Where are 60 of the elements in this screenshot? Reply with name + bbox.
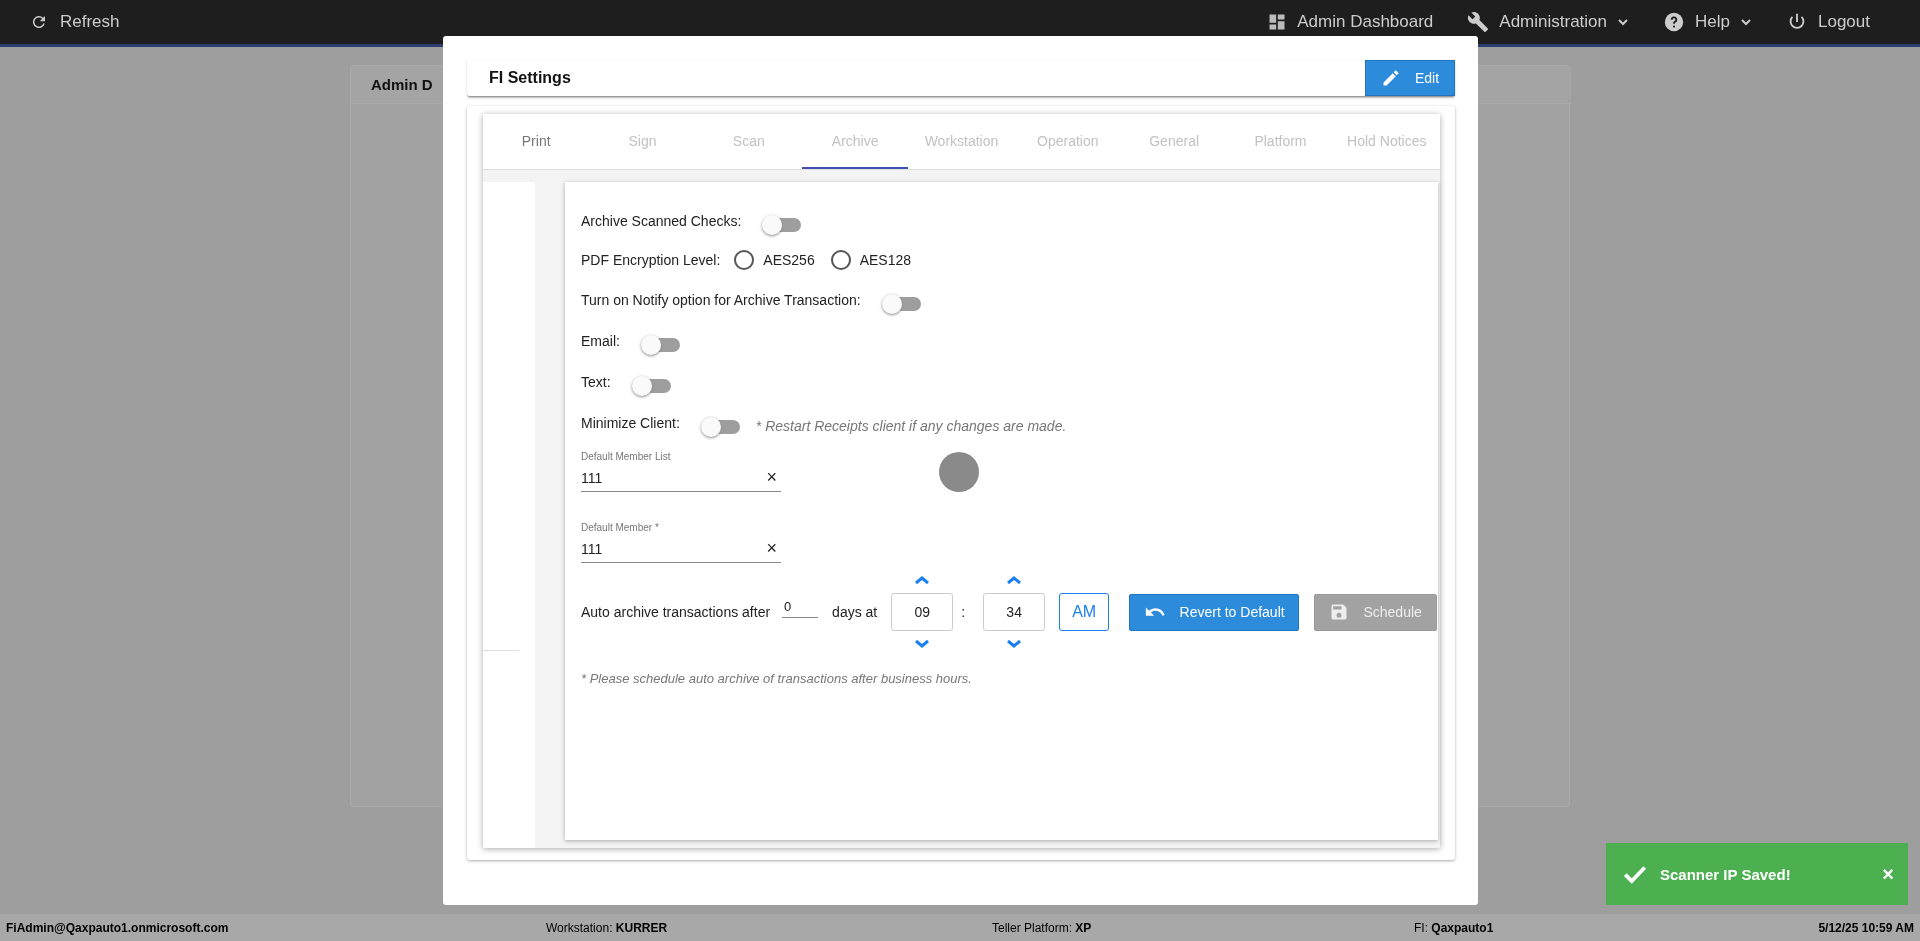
setting-label: Minimize Client: bbox=[581, 414, 680, 431]
setting-label: PDF Encryption Level: bbox=[581, 252, 721, 268]
radio-button[interactable] bbox=[830, 250, 851, 270]
tab[interactable]: Print bbox=[483, 114, 590, 169]
input-field[interactable]: Default Member * 111 × bbox=[581, 518, 781, 563]
date-time: 5/12/25 10:59 AM bbox=[1818, 920, 1914, 935]
nav-link[interactable]: Administration bbox=[1467, 11, 1630, 33]
refresh-button[interactable]: Refresh bbox=[30, 12, 120, 32]
chevron-up-icon[interactable] bbox=[914, 575, 931, 585]
chevron-down-icon[interactable] bbox=[914, 639, 931, 649]
days-field[interactable]: 0 bbox=[782, 598, 819, 618]
clear-icon[interactable]: × bbox=[766, 467, 777, 488]
time-separator: : bbox=[961, 604, 966, 620]
revert-button[interactable]: Revert to Default bbox=[1129, 593, 1300, 631]
toast-message: Scanner IP Saved! bbox=[1660, 865, 1791, 883]
caret-icon bbox=[1617, 16, 1630, 28]
close-button[interactable]: × bbox=[1882, 862, 1894, 886]
toggle-switch[interactable] bbox=[634, 378, 671, 393]
status-item: Teller Platform: XP bbox=[992, 920, 1093, 935]
nav-link[interactable]: Logout bbox=[1786, 11, 1870, 33]
nav-link[interactable]: Help bbox=[1663, 11, 1752, 33]
radio-button[interactable] bbox=[734, 250, 755, 270]
hint-text: * Please schedule auto archive of transactions after business hours. bbox=[581, 671, 973, 686]
caret-icon bbox=[1740, 16, 1752, 28]
refresh-icon bbox=[30, 13, 48, 31]
help-icon bbox=[1663, 11, 1686, 33]
user-name: FiAdmin@Qaxpauto1.onmicrosoft.com bbox=[6, 920, 230, 935]
radio-label: AES128 bbox=[859, 252, 912, 268]
minute-field[interactable]: 34 bbox=[983, 593, 1046, 631]
toggle-switch[interactable] bbox=[703, 419, 740, 434]
field-label: Default Member * bbox=[581, 522, 659, 533]
setting-label: Archive Scanned Checks: bbox=[581, 212, 742, 229]
save-icon bbox=[1329, 602, 1350, 622]
toggle-switch[interactable] bbox=[884, 296, 921, 311]
am-pm-button[interactable]: AM bbox=[1059, 593, 1110, 631]
nav-link[interactable]: Admin Dashboard bbox=[1267, 11, 1434, 33]
clear-icon[interactable]: × bbox=[766, 538, 777, 559]
setting-label: Text: bbox=[581, 373, 611, 390]
hour-field[interactable]: 09 bbox=[891, 593, 954, 631]
chevron-up-icon[interactable] bbox=[1006, 575, 1023, 585]
status-item: Workstation: KURRER bbox=[546, 920, 669, 935]
setting-label: Email: bbox=[581, 332, 620, 349]
radio-label: AES256 bbox=[763, 252, 815, 268]
setting-label: Turn on Notify option for Archive Transaction: bbox=[581, 291, 861, 308]
dashboard-icon bbox=[1267, 12, 1288, 32]
field-value: 111 bbox=[581, 541, 603, 557]
schedule-label: days at bbox=[832, 604, 878, 620]
status-item: FI: Qaxpauto1 bbox=[1414, 920, 1494, 935]
toggle-switch[interactable] bbox=[643, 337, 680, 352]
hint-text: * Restart Receipts client if any changes are made. bbox=[755, 417, 1067, 434]
edit-button[interactable]: Edit bbox=[1365, 60, 1455, 96]
toggle-switch[interactable] bbox=[765, 217, 802, 232]
field-value: 111 bbox=[581, 470, 603, 486]
field-label: Default Member List bbox=[581, 451, 671, 462]
chevron-down-icon[interactable] bbox=[1006, 639, 1023, 649]
dialog-title: FI Settings bbox=[488, 69, 571, 87]
input-field[interactable]: Default Member List 111 × bbox=[581, 447, 781, 492]
loading-spinner bbox=[939, 452, 979, 492]
schedule-label: Auto archive transactions after bbox=[581, 604, 771, 620]
wrench-icon bbox=[1467, 11, 1490, 33]
